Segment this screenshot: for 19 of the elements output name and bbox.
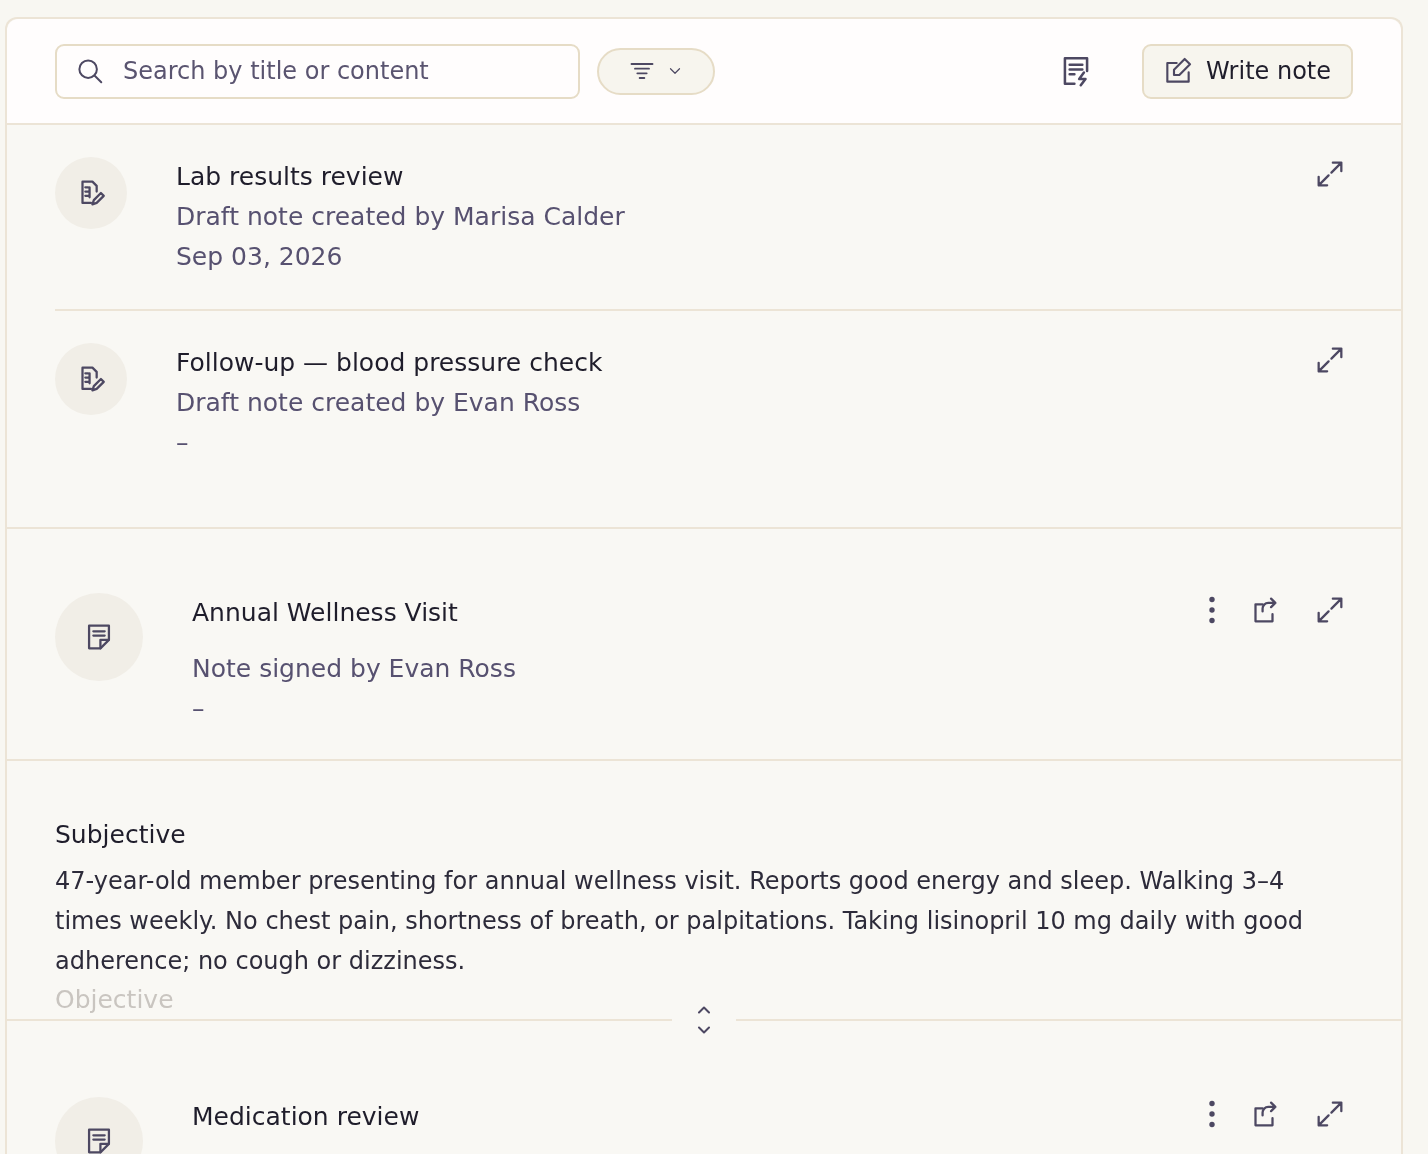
more-button[interactable]	[1209, 595, 1215, 625]
note-author: Note signed by Evan Ross	[192, 653, 517, 685]
filter-button[interactable]	[597, 47, 715, 95]
note-date: –	[176, 427, 190, 459]
note-date: –	[192, 693, 206, 725]
more-icon	[1209, 595, 1215, 625]
note-date: Sep 03, 2026	[176, 241, 344, 273]
more-icon	[1209, 1099, 1215, 1129]
section-text: 47-year-old member presenting for annual wellness visit. Reports good energy and sleep. Walking 3–4 times weekly. No chest pain, shortness of breath, or palpitations. Taking lisinopril 10 mg daily with good adherence; no cough or dizziness.	[55, 866, 1305, 977]
note-title: Annual Wellness Visit	[192, 597, 459, 629]
note-title: Medication review	[192, 1101, 421, 1133]
search-field[interactable]: Search by title or content	[55, 43, 580, 99]
note-author: Draft note created by Marisa Calder	[176, 201, 626, 233]
note-title: Follow-up — blood pressure check	[176, 347, 604, 379]
more-button[interactable]	[1209, 1099, 1215, 1129]
note-author: Draft note created by Evan Ross	[176, 387, 582, 419]
section-heading: Subjective	[55, 819, 187, 851]
write-note-button[interactable]: Write note	[1141, 43, 1353, 99]
note-title: Lab results review	[176, 161, 405, 193]
